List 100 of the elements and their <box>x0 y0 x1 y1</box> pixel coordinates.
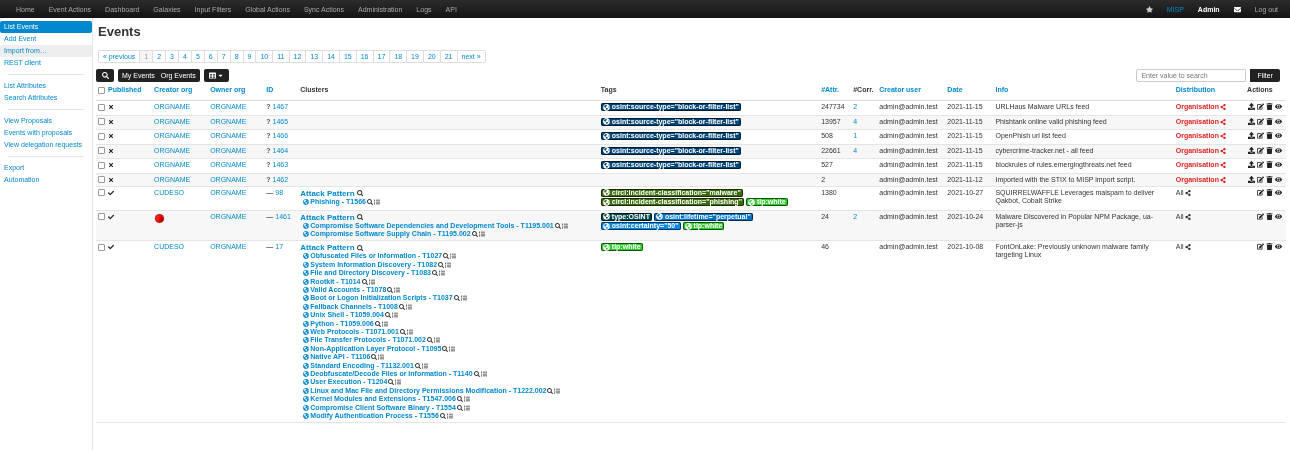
search-icon[interactable] <box>414 362 421 369</box>
row-checkbox[interactable] <box>98 243 105 251</box>
search-icon[interactable] <box>371 354 378 361</box>
columns-button[interactable] <box>203 69 229 82</box>
row-checkbox[interactable] <box>98 161 105 169</box>
search-icon[interactable] <box>438 261 445 268</box>
globe-icon <box>602 222 610 230</box>
delete-icon[interactable] <box>1266 161 1273 168</box>
row-checkbox[interactable] <box>98 176 105 184</box>
edit-icon[interactable] <box>1257 175 1264 183</box>
edit-icon[interactable] <box>1257 117 1264 125</box>
publish-icon[interactable] <box>1248 175 1255 183</box>
globe-icon <box>303 222 310 229</box>
view-icon[interactable] <box>1275 103 1282 110</box>
search-icon[interactable] <box>431 270 438 277</box>
globe-icon <box>602 132 610 140</box>
list-icon[interactable] <box>406 329 413 335</box>
org-logo[interactable] <box>154 212 166 224</box>
edit-icon[interactable] <box>1257 146 1264 154</box>
search-icon[interactable] <box>547 387 554 394</box>
cluster-title[interactable]: Attack Pattern <box>300 243 355 253</box>
search-icon[interactable] <box>439 412 446 419</box>
search-icon[interactable] <box>456 404 463 411</box>
row-checkbox[interactable] <box>98 147 105 155</box>
view-icon[interactable] <box>1275 161 1282 168</box>
search-icon[interactable] <box>453 295 460 302</box>
view-icon[interactable] <box>1275 146 1282 154</box>
publish-icon[interactable] <box>1248 146 1255 154</box>
row-checkbox[interactable] <box>98 189 105 197</box>
globe-icon <box>602 198 610 206</box>
cluster-title[interactable]: Attack Pattern <box>300 188 355 198</box>
globe-icon <box>303 198 310 205</box>
globe-icon <box>602 243 610 251</box>
edit-icon[interactable] <box>1257 243 1264 251</box>
globe-icon <box>303 329 310 335</box>
search-icon[interactable] <box>554 222 561 229</box>
view-icon[interactable] <box>1275 132 1282 139</box>
share-icon <box>1219 118 1226 125</box>
publish-icon[interactable] <box>1248 132 1255 139</box>
page-title: Events <box>98 24 142 39</box>
globe-icon <box>602 118 610 125</box>
view-icon[interactable] <box>1275 243 1282 251</box>
row-checkbox[interactable] <box>98 118 105 126</box>
row-checkbox[interactable] <box>98 103 105 111</box>
view-icon[interactable] <box>1275 212 1282 220</box>
star-icon[interactable] <box>1145 5 1153 13</box>
edit-icon[interactable] <box>1257 132 1264 139</box>
envelope-icon[interactable] <box>1233 5 1241 13</box>
view-icon[interactable] <box>1275 117 1282 125</box>
globe-icon <box>602 103 610 111</box>
search-icon[interactable] <box>384 312 391 319</box>
search-button[interactable] <box>96 69 114 82</box>
share-icon <box>1219 162 1226 168</box>
search-icon[interactable] <box>356 189 364 197</box>
share-icon <box>1219 133 1226 139</box>
search-icon[interactable] <box>387 287 394 294</box>
share-icon <box>1219 176 1226 183</box>
search-icon[interactable] <box>398 303 405 310</box>
share-icon <box>1184 244 1191 251</box>
view-icon[interactable] <box>1275 175 1282 183</box>
publish-icon[interactable] <box>1248 103 1255 110</box>
delete-icon[interactable] <box>1266 117 1273 125</box>
publish-icon[interactable] <box>1248 117 1255 125</box>
globe-icon <box>602 213 610 220</box>
select-all-checkbox[interactable] <box>98 86 105 94</box>
cluster-title[interactable]: Attack Pattern <box>300 212 355 222</box>
share-icon <box>1184 213 1191 220</box>
globe-icon <box>747 198 755 206</box>
delete-icon[interactable] <box>1266 188 1273 196</box>
search-icon[interactable] <box>473 370 480 377</box>
search-icon[interactable] <box>442 345 449 352</box>
search-icon[interactable] <box>388 379 395 386</box>
delete-icon[interactable] <box>1266 132 1273 139</box>
edit-icon[interactable] <box>1257 188 1264 196</box>
view-icon[interactable] <box>1275 188 1282 196</box>
delete-icon[interactable] <box>1266 212 1273 220</box>
search-icon[interactable] <box>426 337 433 344</box>
globe-icon <box>602 147 610 154</box>
search-icon[interactable] <box>361 278 368 285</box>
delete-icon[interactable] <box>1266 146 1273 154</box>
edit-icon[interactable] <box>1257 161 1264 168</box>
search-icon[interactable] <box>399 329 406 335</box>
search-icon[interactable] <box>443 253 450 260</box>
search-icon[interactable] <box>456 396 463 403</box>
publish-icon[interactable] <box>1248 161 1255 168</box>
delete-icon[interactable] <box>1266 103 1273 110</box>
edit-icon[interactable] <box>1257 212 1264 220</box>
caret-icon <box>216 72 224 79</box>
search-icon[interactable] <box>366 198 373 205</box>
search-icon[interactable] <box>356 244 364 252</box>
share-icon <box>1219 104 1226 110</box>
search-icon[interactable] <box>356 213 364 221</box>
search-icon[interactable] <box>471 231 478 238</box>
edit-icon[interactable] <box>1257 103 1264 110</box>
row-checkbox[interactable] <box>98 213 105 221</box>
row-checkbox[interactable] <box>98 132 105 140</box>
share-icon <box>1184 189 1191 196</box>
search-icon[interactable] <box>374 320 381 327</box>
delete-icon[interactable] <box>1266 243 1273 251</box>
delete-icon[interactable] <box>1266 175 1273 183</box>
